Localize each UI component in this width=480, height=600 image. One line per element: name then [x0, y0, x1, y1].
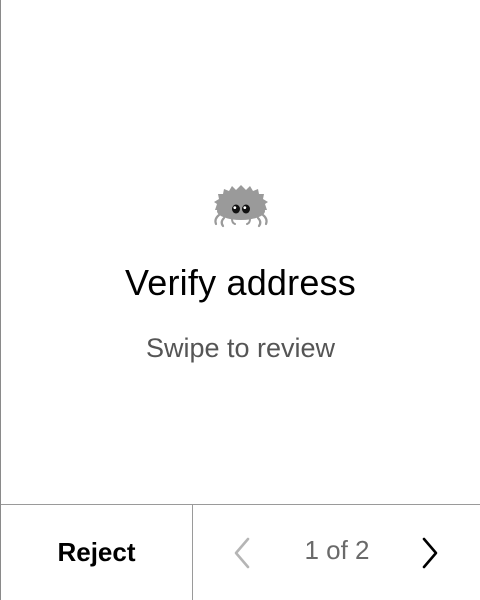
page-indicator: 1 of 2: [304, 535, 370, 565]
chevron-right-icon: [422, 537, 438, 569]
chevron-left-icon: [234, 537, 250, 569]
card-content: Verify address Swipe to review: [1, 0, 480, 504]
previous-page-button[interactable]: [224, 533, 264, 573]
pagination: 1 of 2: [194, 505, 480, 600]
next-page-button[interactable]: [410, 533, 450, 573]
reject-button[interactable]: Reject: [1, 505, 193, 600]
page-title: Verify address: [125, 262, 356, 303]
page-subtitle: Swipe to review: [145, 333, 336, 363]
crab-icon: [210, 182, 272, 228]
footer-bar: Reject 1 of 2: [1, 504, 480, 600]
screen: Verify address Swipe to review Reject 1 …: [0, 0, 480, 600]
